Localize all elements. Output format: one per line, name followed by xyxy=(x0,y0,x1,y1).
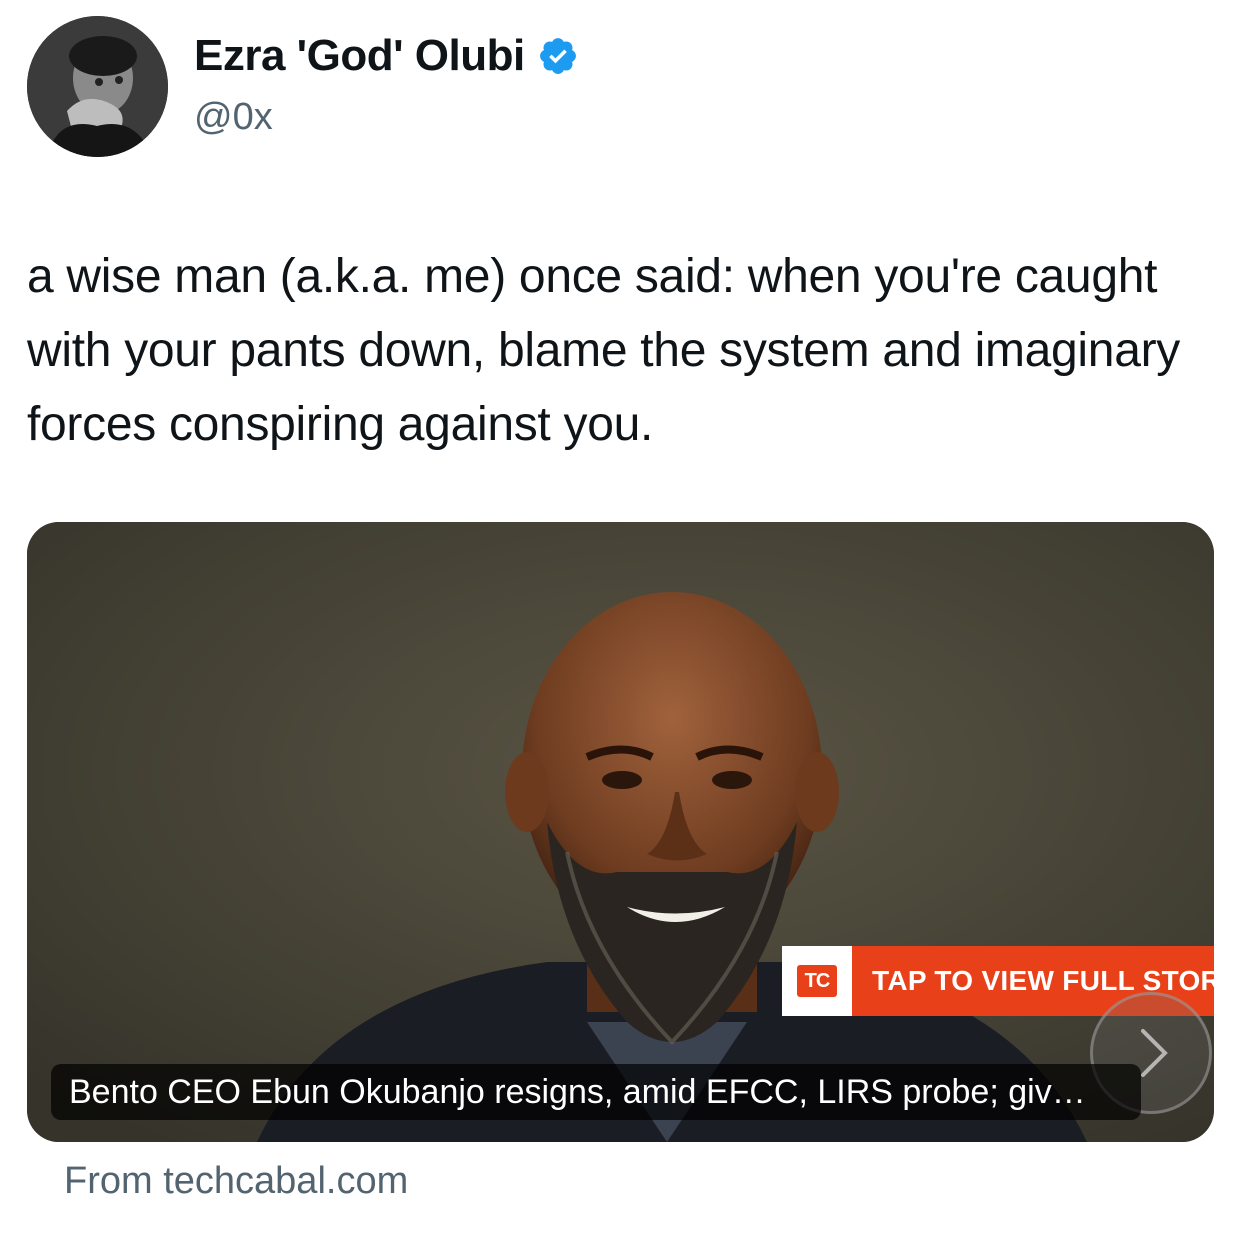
author-display-name[interactable]: Ezra 'God' Olubi xyxy=(194,30,579,82)
card-headline[interactable]: Bento CEO Ebun Okubanjo resigns, amid EF… xyxy=(51,1064,1141,1120)
verified-badge-icon xyxy=(537,35,579,77)
author-handle[interactable]: @0x xyxy=(194,94,273,140)
tweet-text: a wise man (a.k.a. me) once said: when y… xyxy=(27,250,1180,451)
card-source-link[interactable]: From techcabal.com xyxy=(64,1156,408,1206)
person-avatar-icon xyxy=(27,16,168,157)
link-card[interactable]: TC TAP TO VIEW FULL STORY Bento CEO Ebun… xyxy=(27,522,1214,1142)
techcabal-logo-icon: TC xyxy=(782,946,852,1016)
author-name-text[interactable]: Ezra 'God' Olubi xyxy=(194,30,525,82)
bearded-man-portrait-icon xyxy=(27,522,1214,1142)
author-avatar[interactable] xyxy=(27,16,168,157)
tweet: Ezra 'God' Olubi @0x a wise man (a.k.a. … xyxy=(0,0,1242,1239)
